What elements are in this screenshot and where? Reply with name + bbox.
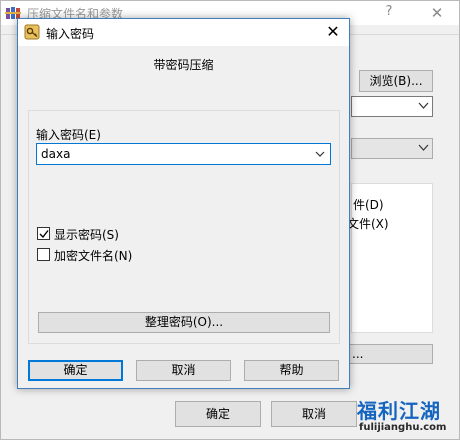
password-dialog-titlebar: 输入密码 ✕ — [18, 19, 349, 46]
password-dialog-title: 输入密码 — [46, 27, 95, 41]
checkmark-icon — [39, 230, 49, 239]
password-dialog: 输入密码 ✕ 带密码压缩 输入密码(E) daxa 显示密码(S) 加密文件名(… — [17, 18, 350, 389]
help-button[interactable]: 帮助 — [244, 360, 339, 381]
watermark-text: 福利江湖 — [357, 399, 441, 423]
password-field-label: 输入密码(E) — [36, 128, 101, 142]
watermark-url: fulijianghu.com — [359, 422, 447, 433]
dialog-heading: 带密码压缩 — [153, 58, 214, 72]
cancel-button[interactable]: 取消 — [136, 360, 231, 381]
organize-passwords-button[interactable]: 整理密码(O)... — [38, 312, 330, 333]
ok-button[interactable]: 确定 — [28, 360, 123, 381]
chevron-down-icon[interactable] — [315, 150, 325, 158]
password-input-value[interactable]: daxa — [41, 147, 70, 161]
cancel-button[interactable]: 取消 — [271, 401, 357, 427]
help-button[interactable]: ? — [381, 4, 397, 22]
compression-method-combo[interactable] — [351, 138, 433, 159]
archive-name-combo[interactable] — [351, 96, 433, 117]
show-password-label[interactable]: 显示密码(S) — [54, 226, 119, 243]
watermark-logo: 福利江湖 fulijianghu.com — [357, 395, 457, 439]
ok-button[interactable]: 确定 — [175, 401, 261, 427]
browse-button[interactable]: 浏览(B)... — [359, 70, 433, 92]
close-button[interactable]: ✕ — [425, 2, 449, 24]
archive-option-label[interactable]: 件(D) — [353, 196, 384, 213]
checkbox-box[interactable] — [37, 248, 50, 261]
encrypt-filenames-label[interactable]: 加密文件名(N) — [54, 247, 132, 264]
checkbox-box[interactable] — [37, 227, 50, 240]
password-input[interactable]: daxa — [36, 143, 331, 165]
chevron-down-icon — [418, 144, 429, 151]
close-button[interactable]: ✕ — [321, 21, 345, 43]
archive-option-label[interactable]: 文件(X) — [347, 215, 389, 232]
ellipsis-button[interactable]: ... — [347, 344, 433, 364]
chevron-down-icon — [418, 102, 429, 109]
key-icon — [24, 24, 40, 40]
